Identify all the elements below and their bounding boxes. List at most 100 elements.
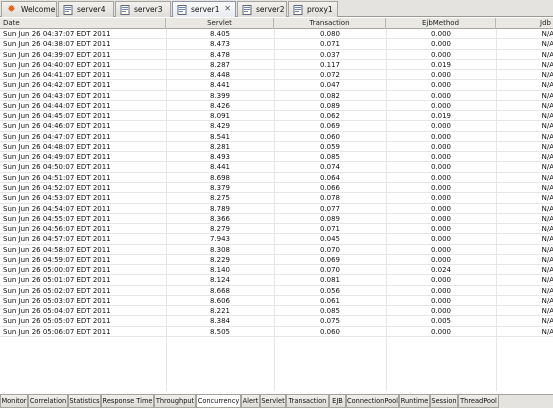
cell-date: Sun Jun 26 04:48:07 EDT 2011 bbox=[3, 142, 111, 151]
cell-ejbmethod: 0.019 bbox=[430, 112, 452, 121]
tab-label: Welcome bbox=[21, 5, 56, 14]
table-row[interactable]: Sun Jun 26 05:01:07 EDT 2011 8.124 0.081 0.… bbox=[0, 275, 553, 286]
table-row[interactable]: Sun Jun 26 04:56:07 EDT 2011 8.279 0.071 0.… bbox=[0, 224, 553, 235]
tab-correlation[interactable]: Correlation bbox=[28, 395, 68, 408]
cell-ejbmethod: 0.000 bbox=[430, 142, 452, 151]
column-header-jdb[interactable]: Jdb bbox=[496, 18, 553, 29]
table-row[interactable]: Sun Jun 26 04:41:07 EDT 2011 8.448 0.072 0.… bbox=[0, 70, 553, 81]
cell-ejbmethod: 0.000 bbox=[430, 235, 452, 244]
cell-servlet: 8.281 bbox=[209, 142, 231, 151]
table-row[interactable]: Sun Jun 26 04:38:07 EDT 2011 8.473 0.071 0.… bbox=[0, 39, 553, 50]
table-row[interactable]: Sun Jun 26 04:52:07 EDT 2011 8.379 0.066 0.… bbox=[0, 183, 553, 194]
tab-server4[interactable]: server4 bbox=[58, 1, 114, 17]
table-row[interactable]: Sun Jun 26 04:37:07 EDT 2011 8.405 0.080 0.… bbox=[0, 29, 553, 40]
table-row[interactable]: Sun Jun 26 04:50:07 EDT 2011 8.441 0.074 0.… bbox=[0, 162, 553, 173]
table-row[interactable]: Sun Jun 26 04:59:07 EDT 2011 8.229 0.069 0.… bbox=[0, 255, 553, 266]
table-row[interactable]: Sun Jun 26 04:40:07 EDT 2011 8.287 0.117 0.… bbox=[0, 60, 553, 71]
cell-servlet: 7.943 bbox=[209, 235, 231, 244]
table-row[interactable]: Sun Jun 26 05:03:07 EDT 2011 8.606 0.061 0.… bbox=[0, 296, 553, 307]
table-row[interactable]: Sun Jun 26 04:53:07 EDT 2011 8.275 0.078 0.… bbox=[0, 193, 553, 204]
table-header: Date Servlet Transaction EjbMethod Jdb bbox=[0, 18, 553, 29]
tab-session[interactable]: Session bbox=[430, 395, 458, 408]
cell-transaction: 0.078 bbox=[319, 194, 341, 203]
cell-jdb: N/A bbox=[541, 132, 553, 141]
cell-jdb: N/A bbox=[541, 296, 553, 305]
cell-date: Sun Jun 26 05:00:07 EDT 2011 bbox=[3, 266, 111, 275]
table-row[interactable]: Sun Jun 26 04:48:07 EDT 2011 8.281 0.059 0.… bbox=[0, 142, 553, 153]
cell-servlet: 8.308 bbox=[209, 245, 231, 254]
tab-concurrency[interactable]: Concurrency bbox=[196, 395, 241, 408]
tab-alert[interactable]: Alert bbox=[241, 395, 260, 408]
cell-ejbmethod: 0.000 bbox=[430, 327, 452, 336]
close-icon[interactable]: ✕ bbox=[224, 5, 231, 13]
table-row[interactable]: Sun Jun 26 04:47:07 EDT 2011 8.541 0.060 0.… bbox=[0, 132, 553, 142]
cell-date: Sun Jun 26 04:54:07 EDT 2011 bbox=[3, 204, 111, 213]
table-row[interactable]: Sun Jun 26 04:49:07 EDT 2011 8.493 0.085 0.… bbox=[0, 152, 553, 163]
table-row[interactable]: Sun Jun 26 04:54:07 EDT 2011 8.789 0.077 0.… bbox=[0, 204, 553, 214]
column-header-servlet[interactable]: Servlet bbox=[166, 18, 274, 29]
cell-servlet: 8.279 bbox=[209, 225, 231, 234]
cell-servlet: 8.287 bbox=[209, 60, 231, 69]
cell-ejbmethod: 0.000 bbox=[430, 173, 452, 182]
table-body: Sun Jun 26 04:37:07 EDT 2011 8.405 0.080 0.… bbox=[0, 29, 553, 337]
table-row[interactable]: Sun Jun 26 04:39:07 EDT 2011 8.478 0.037 0.… bbox=[0, 50, 553, 60]
cell-date: Sun Jun 26 04:43:07 EDT 2011 bbox=[3, 91, 111, 100]
cell-ejbmethod: 0.024 bbox=[430, 266, 452, 275]
tab-ejb[interactable]: EJB bbox=[329, 395, 346, 408]
tab-server2[interactable]: server2 bbox=[237, 1, 287, 17]
table-row[interactable]: Sun Jun 26 05:05:07 EDT 2011 8.384 0.075 0.… bbox=[0, 316, 553, 327]
cell-servlet: 8.448 bbox=[209, 71, 231, 80]
cell-servlet: 8.493 bbox=[209, 153, 231, 162]
cell-transaction: 0.070 bbox=[319, 245, 341, 254]
table-row[interactable]: Sun Jun 26 04:46:07 EDT 2011 8.429 0.069 0.… bbox=[0, 121, 553, 132]
cell-date: Sun Jun 26 04:59:07 EDT 2011 bbox=[3, 255, 111, 264]
table-row[interactable]: Sun Jun 26 05:02:07 EDT 2011 8.668 0.056 0.… bbox=[0, 286, 553, 296]
tab-label: proxy1 bbox=[307, 5, 333, 14]
cell-servlet: 8.541 bbox=[209, 132, 231, 141]
server-page-icon bbox=[242, 4, 252, 15]
cell-date: Sun Jun 26 04:45:07 EDT 2011 bbox=[3, 112, 111, 121]
cell-transaction: 0.060 bbox=[319, 327, 341, 336]
tab-server1[interactable]: server1 ✕ bbox=[172, 1, 236, 17]
table-row[interactable]: Sun Jun 26 04:57:07 EDT 2011 7.943 0.045 0.… bbox=[0, 234, 553, 245]
table-row[interactable]: Sun Jun 26 04:55:07 EDT 2011 8.366 0.089 0.… bbox=[0, 214, 553, 225]
column-header-ejbmethod[interactable]: EjbMethod bbox=[386, 18, 496, 29]
tab-servlet[interactable]: Servlet bbox=[260, 395, 286, 408]
cell-ejbmethod: 0.000 bbox=[430, 194, 452, 203]
cell-date: Sun Jun 26 05:03:07 EDT 2011 bbox=[3, 296, 111, 305]
cell-jdb: N/A bbox=[541, 40, 553, 49]
tab-statistics[interactable]: Statistics bbox=[68, 395, 101, 408]
table-row[interactable]: Sun Jun 26 05:04:07 EDT 2011 8.221 0.085 0.… bbox=[0, 306, 553, 317]
tab-welcome[interactable]: ✹ Welcome bbox=[1, 1, 57, 17]
cell-jdb: N/A bbox=[541, 71, 553, 80]
table-row[interactable]: Sun Jun 26 04:42:07 EDT 2011 8.441 0.047 0.… bbox=[0, 80, 553, 91]
table-row[interactable]: Sun Jun 26 04:43:07 EDT 2011 8.399 0.082 0.… bbox=[0, 91, 553, 101]
cell-transaction: 0.045 bbox=[319, 235, 341, 244]
table-row[interactable]: Sun Jun 26 04:58:07 EDT 2011 8.308 0.070 0.… bbox=[0, 245, 553, 255]
tab-transaction[interactable]: Transaction bbox=[286, 395, 329, 408]
cell-transaction: 0.071 bbox=[319, 225, 341, 234]
cell-jdb: N/A bbox=[541, 225, 553, 234]
tab-monitor[interactable]: Monitor bbox=[0, 395, 28, 408]
tab-server3[interactable]: server3 bbox=[115, 1, 171, 17]
cell-date: Sun Jun 26 04:52:07 EDT 2011 bbox=[3, 183, 111, 192]
tab-proxy1[interactable]: proxy1 bbox=[288, 1, 338, 17]
tab-throughput[interactable]: Throughput bbox=[154, 395, 196, 408]
cell-servlet: 8.505 bbox=[209, 327, 231, 336]
table-row[interactable]: Sun Jun 26 04:44:07 EDT 2011 8.426 0.089 0.… bbox=[0, 101, 553, 112]
table-row[interactable]: Sun Jun 26 04:51:07 EDT 2011 8.698 0.064 0.… bbox=[0, 173, 553, 183]
table-row[interactable]: Sun Jun 26 05:00:07 EDT 2011 8.140 0.070 0.… bbox=[0, 265, 553, 276]
tab-response-time[interactable]: Response Time bbox=[101, 395, 154, 408]
column-header-transaction[interactable]: Transaction bbox=[274, 18, 386, 29]
tab-threadpool[interactable]: ThreadPool bbox=[458, 395, 499, 408]
cell-ejbmethod: 0.000 bbox=[430, 132, 452, 141]
table-row[interactable]: Sun Jun 26 05:06:07 EDT 2011 8.505 0.060 0.… bbox=[0, 327, 553, 337]
table-row[interactable]: Sun Jun 26 04:45:07 EDT 2011 8.091 0.062 0.… bbox=[0, 111, 553, 122]
tab-connectionpool[interactable]: ConnectionPool bbox=[346, 395, 399, 408]
cell-servlet: 8.091 bbox=[209, 112, 231, 121]
cell-jdb: N/A bbox=[541, 235, 553, 244]
cell-transaction: 0.072 bbox=[319, 71, 341, 80]
column-header-date[interactable]: Date bbox=[0, 18, 166, 29]
cell-jdb: N/A bbox=[541, 81, 553, 90]
tab-runtime[interactable]: Runtime bbox=[399, 395, 430, 408]
